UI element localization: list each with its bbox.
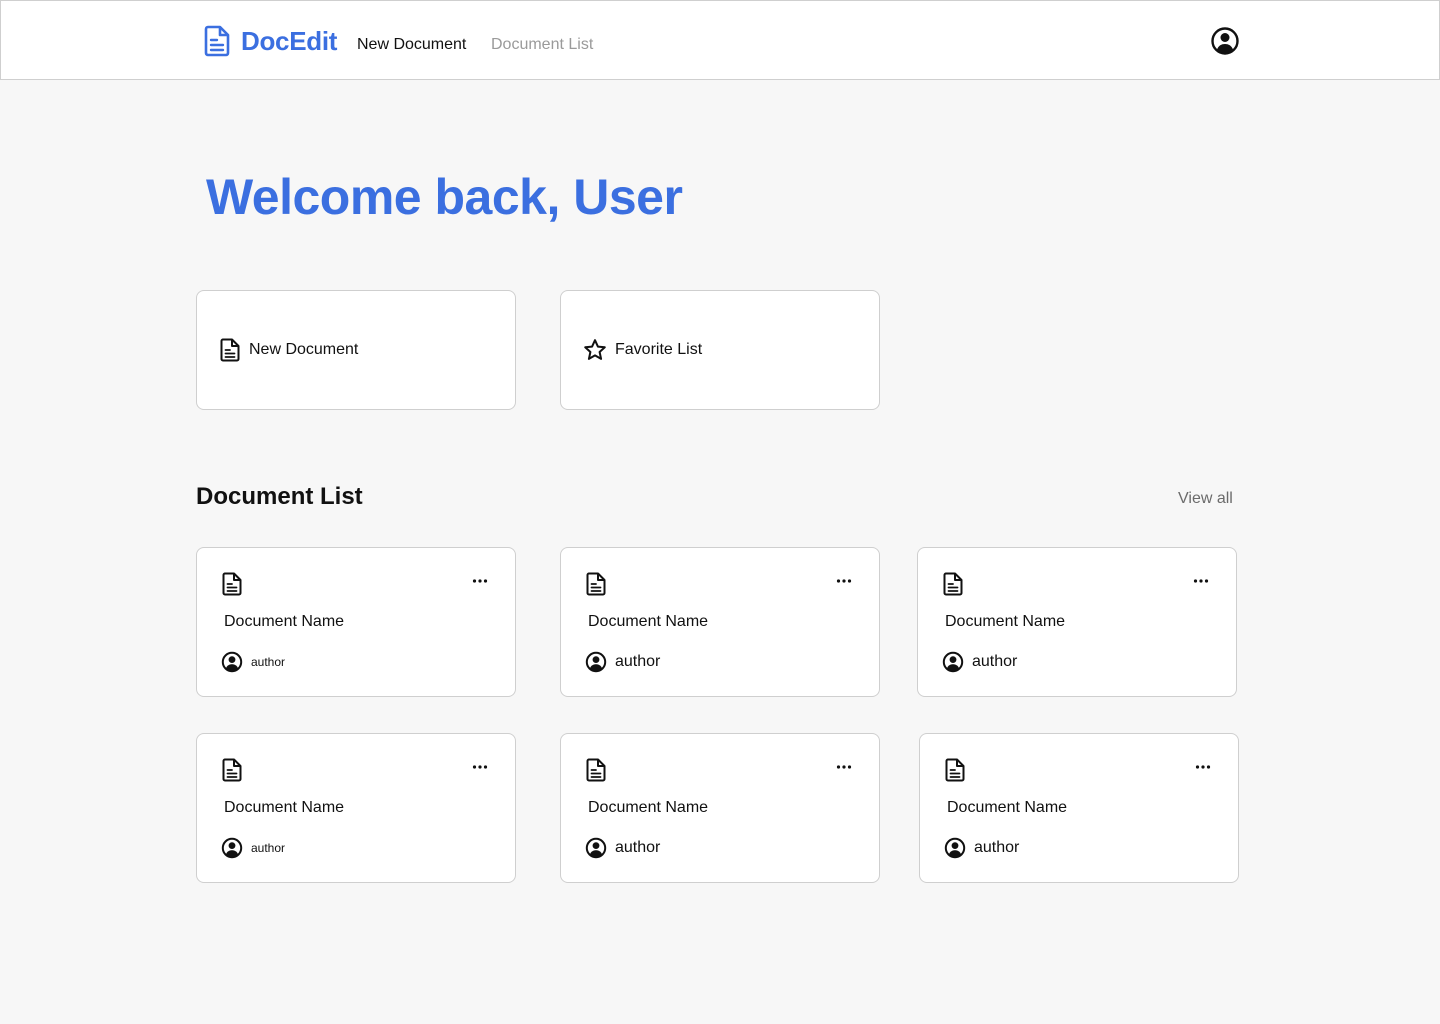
more-options-icon[interactable] [835,758,853,776]
document-card[interactable]: Document Name author [917,547,1237,697]
user-icon [221,837,243,859]
user-icon [585,837,607,859]
user-account-icon[interactable] [1210,26,1240,56]
document-icon [945,758,965,782]
favorite-list-card[interactable]: Favorite List [560,290,880,410]
document-name: Document Name [224,799,345,816]
star-icon [584,339,606,360]
nav-document-list[interactable]: Document List [491,36,593,54]
more-options-icon[interactable] [1192,572,1210,590]
more-options-icon[interactable] [471,572,489,590]
document-icon [586,572,606,596]
document-icon [222,572,242,596]
document-list-title: Document List [196,483,363,510]
document-card[interactable]: Document Name author [919,733,1239,883]
more-options-icon[interactable] [1194,758,1212,776]
welcome-heading: Welcome back, User [206,169,683,225]
author-name: author [251,655,286,669]
author-name: author [972,653,1018,670]
view-all-link[interactable]: View all [1178,490,1233,508]
user-icon [942,651,964,673]
document-card[interactable]: Document Name author [560,733,880,883]
document-name: Document Name [588,799,709,816]
favorite-list-label: Favorite List [615,341,703,358]
document-name: Document Name [224,613,345,630]
document-icon [204,25,230,57]
more-options-icon[interactable] [471,758,489,776]
new-document-card[interactable]: New Document [196,290,516,410]
brand-name: DocEdit [241,25,338,56]
document-icon [220,338,240,362]
author-row: author [942,651,1017,673]
author-row: author [585,837,660,859]
top-navbar: DocEdit New Document Document List [0,0,1440,80]
document-card[interactable]: Document Name author [560,547,880,697]
author-name: author [251,841,286,855]
nav-new-document[interactable]: New Document [357,36,466,54]
document-card[interactable]: Document Name author [196,733,516,883]
more-options-icon[interactable] [835,572,853,590]
brand-logo[interactable]: DocEdit [203,25,337,57]
author-row: author [585,651,660,673]
user-icon [221,651,243,673]
document-icon [222,758,242,782]
document-icon [943,572,963,596]
author-row: author [944,837,1019,859]
author-name: author [615,839,661,856]
author-row: author [221,651,285,673]
document-icon [586,758,606,782]
author-name: author [974,839,1020,856]
document-name: Document Name [588,613,709,630]
user-icon [944,837,966,859]
author-row: author [221,837,285,859]
document-name: Document Name [945,613,1066,630]
author-name: author [615,653,661,670]
new-document-label: New Document [249,341,359,358]
document-card[interactable]: Document Name author [196,547,516,697]
document-name: Document Name [947,799,1068,816]
user-icon [585,651,607,673]
